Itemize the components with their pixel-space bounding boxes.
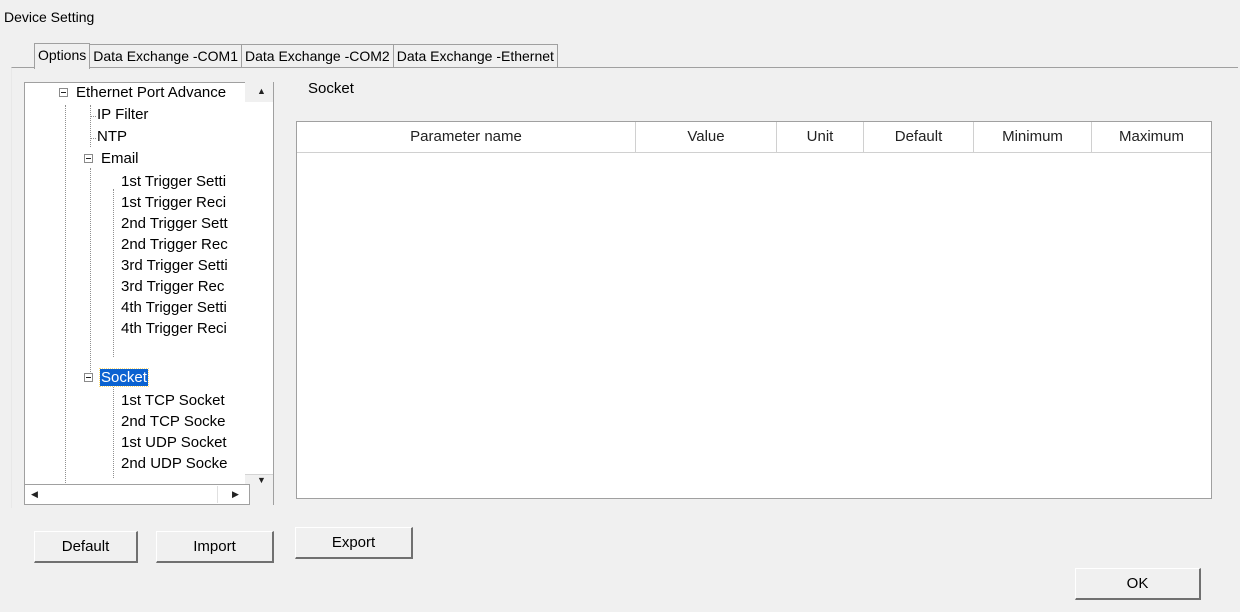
- column-header-unit[interactable]: Unit: [777, 122, 864, 152]
- tree-item-1st-trigger-setting[interactable]: 1st Trigger Setti: [120, 171, 227, 192]
- tree-item-email[interactable]: Email: [84, 148, 140, 169]
- tree-line: [65, 105, 66, 504]
- tree-item-1st-trigger-recipient[interactable]: 1st Trigger Reci: [120, 192, 227, 213]
- tree-item-ip-filter[interactable]: IP Filter: [96, 104, 149, 125]
- horizontal-scroll-thumb[interactable]: [47, 486, 218, 503]
- tree-item-ethernet-port-advance[interactable]: Ethernet Port Advance: [59, 83, 227, 103]
- column-header-maximum[interactable]: Maximum: [1092, 122, 1211, 152]
- tree-line: [113, 378, 114, 478]
- tree-item-1st-tcp-socket[interactable]: 1st TCP Socket: [120, 390, 226, 411]
- tree-line: [90, 105, 91, 147]
- tree-line: [113, 189, 114, 357]
- export-button[interactable]: Export: [295, 527, 413, 559]
- tree-item-3rd-trigger-setting[interactable]: 3rd Trigger Setti: [120, 255, 229, 276]
- parameter-grid[interactable]: Parameter name Value Unit Default Minimu…: [296, 121, 1212, 499]
- default-button[interactable]: Default: [34, 531, 138, 563]
- tab-data-exchange-com2[interactable]: Data Exchange -COM2: [240, 44, 394, 68]
- tree-item-1st-udp-socket[interactable]: 1st UDP Socket: [120, 432, 228, 453]
- tree-item-2nd-udp-socket[interactable]: 2nd UDP Socke: [120, 453, 228, 474]
- settings-tree[interactable]: Ethernet Port Advance IP Filter NTP Emai…: [24, 82, 274, 505]
- import-button[interactable]: Import: [156, 531, 274, 563]
- window-title: Device Setting: [4, 9, 95, 25]
- scroll-right-arrow-icon[interactable]: ▶: [232, 489, 239, 500]
- scrollbar-corner: [250, 484, 273, 505]
- tab-strip: Options Data Exchange -COM1 Data Exchang…: [34, 43, 558, 69]
- tree-item-2nd-trigger-setting[interactable]: 2nd Trigger Sett: [120, 213, 229, 234]
- tree-item-2nd-trigger-recipient[interactable]: 2nd Trigger Rec: [120, 234, 229, 255]
- tree-vertical-scrollbar[interactable]: ▲ ▼: [245, 82, 273, 485]
- ok-button[interactable]: OK: [1075, 568, 1201, 600]
- tab-options[interactable]: Options: [34, 43, 91, 69]
- column-header-value[interactable]: Value: [636, 122, 777, 152]
- tree-item-2nd-tcp-socket[interactable]: 2nd TCP Socke: [120, 411, 227, 432]
- column-header-default[interactable]: Default: [864, 122, 974, 152]
- tree-item-4th-trigger-recipient[interactable]: 4th Trigger Reci: [120, 318, 228, 339]
- grid-header: Parameter name Value Unit Default Minimu…: [297, 122, 1211, 153]
- collapse-icon[interactable]: [84, 154, 93, 163]
- tree-item-socket[interactable]: Socket: [84, 367, 149, 388]
- vertical-scroll-thumb[interactable]: [245, 102, 273, 475]
- section-title: Socket: [308, 80, 354, 97]
- tree-item-ntp[interactable]: NTP: [96, 126, 128, 147]
- tab-data-exchange-ethernet[interactable]: Data Exchange -Ethernet: [392, 44, 558, 68]
- column-header-minimum[interactable]: Minimum: [974, 122, 1092, 152]
- scroll-left-arrow-icon[interactable]: ◀: [31, 489, 38, 500]
- scroll-up-arrow-icon[interactable]: ▲: [257, 86, 266, 96]
- tree-item-3rd-trigger-recipient[interactable]: 3rd Trigger Rec: [120, 276, 225, 297]
- tab-data-exchange-com1[interactable]: Data Exchange -COM1: [89, 44, 242, 68]
- tree-item-4th-trigger-setting[interactable]: 4th Trigger Setti: [120, 297, 228, 318]
- tree-horizontal-scrollbar[interactable]: ◀ ▶: [24, 484, 250, 505]
- tree-line: [90, 168, 91, 378]
- collapse-icon[interactable]: [84, 373, 93, 382]
- column-header-parameter-name[interactable]: Parameter name: [297, 122, 636, 152]
- collapse-icon[interactable]: [59, 88, 68, 97]
